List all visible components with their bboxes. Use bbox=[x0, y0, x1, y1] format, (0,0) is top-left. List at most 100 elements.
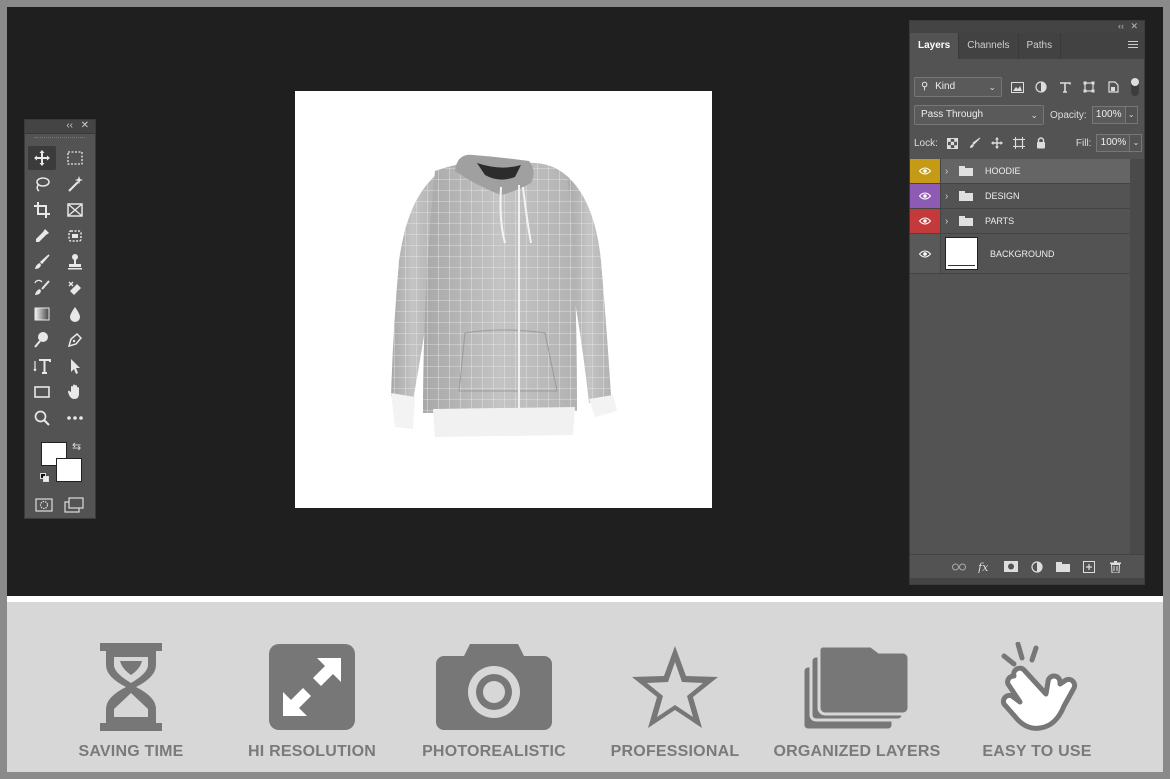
new-group-icon[interactable] bbox=[1056, 560, 1070, 574]
toolbox-header: ‹‹ ✕ bbox=[25, 120, 95, 134]
document-canvas[interactable] bbox=[295, 91, 712, 508]
visibility-toggle[interactable] bbox=[910, 209, 941, 233]
type-tool-icon[interactable] bbox=[28, 354, 56, 378]
lock-all-icon[interactable] bbox=[1034, 136, 1048, 150]
hand-tool-icon[interactable] bbox=[61, 380, 89, 404]
fill-label: Fill: bbox=[1075, 137, 1092, 149]
pixel-filter-icon[interactable] bbox=[1008, 78, 1026, 96]
filter-toggle-icon[interactable] bbox=[1126, 78, 1144, 96]
move-tool-icon[interactable] bbox=[28, 146, 56, 170]
trash-icon[interactable] bbox=[1108, 560, 1122, 574]
adjustment-layer-icon[interactable] bbox=[1030, 560, 1044, 574]
expand-arrow-icon[interactable]: › bbox=[945, 216, 955, 227]
layer-name: HOODIE bbox=[985, 166, 1021, 176]
tab-channels[interactable]: Channels bbox=[959, 33, 1019, 59]
close-icon[interactable]: ✕ bbox=[1130, 21, 1138, 32]
feature-label: SAVING TIME bbox=[78, 743, 184, 760]
opacity-chevron-icon[interactable]: ⌄ bbox=[1125, 106, 1138, 124]
close-icon[interactable]: ✕ bbox=[81, 120, 89, 131]
layer-row-design[interactable]: › DESIGN bbox=[910, 184, 1130, 209]
layers-list: › HOODIE › DESIGN › PARTS BACKGROUND bbox=[910, 159, 1130, 274]
default-colors-icon[interactable] bbox=[40, 473, 50, 483]
tab-layers[interactable]: Layers bbox=[910, 33, 960, 59]
fill-input[interactable]: 100% bbox=[1096, 134, 1131, 152]
photoshop-workspace: ‹‹ ✕ ⇆ ‹‹ ✕ Layers Channels Paths ⚲ Kind… bbox=[7, 7, 1163, 596]
eye-icon bbox=[919, 217, 931, 225]
history-brush-icon[interactable] bbox=[28, 276, 56, 300]
new-layer-icon[interactable] bbox=[1082, 560, 1096, 574]
blend-mode-dropdown[interactable]: Pass Through ⌄ bbox=[914, 105, 1044, 125]
eraser-tool-icon[interactable] bbox=[61, 276, 89, 300]
feature-label: PROFESSIONAL bbox=[610, 743, 740, 760]
frame-tool-icon[interactable] bbox=[61, 198, 89, 222]
quick-mask-icon[interactable] bbox=[33, 496, 55, 514]
type-filter-icon[interactable] bbox=[1056, 78, 1074, 96]
blur-tool-icon[interactable] bbox=[61, 302, 89, 326]
lock-artboard-icon[interactable] bbox=[1012, 136, 1026, 150]
more-tools-icon[interactable] bbox=[61, 406, 89, 430]
opacity-input[interactable]: 100% bbox=[1091, 106, 1126, 124]
layer-row-hoodie[interactable]: › HOODIE bbox=[910, 159, 1130, 184]
tab-paths[interactable]: Paths bbox=[1019, 33, 1062, 59]
feature-professional: PROFESSIONAL bbox=[585, 602, 765, 772]
layer-row-parts[interactable]: › PARTS bbox=[910, 209, 1130, 234]
filter-kind-value: Kind bbox=[935, 81, 956, 92]
collapse-icon[interactable]: ‹‹ bbox=[1118, 21, 1124, 31]
panel-menu-icon[interactable] bbox=[1128, 41, 1138, 50]
search-icon: ⚲ bbox=[921, 81, 929, 92]
features-strip: SAVING TIME HI RESOLUTION PHOTOREALISTIC… bbox=[7, 602, 1163, 772]
eyedropper-tool-icon[interactable] bbox=[28, 224, 56, 248]
fx-icon[interactable]: fx bbox=[978, 560, 992, 574]
chevron-down-icon: ⌄ bbox=[988, 82, 996, 92]
pen-tool-icon[interactable] bbox=[61, 328, 89, 352]
crop-tool-icon[interactable] bbox=[28, 198, 56, 222]
marquee-tool-icon[interactable] bbox=[61, 146, 89, 170]
visibility-toggle[interactable] bbox=[910, 234, 941, 273]
adjustment-filter-icon[interactable] bbox=[1032, 78, 1050, 96]
collapse-icon[interactable]: ‹‹ bbox=[66, 120, 73, 131]
lock-pixels-icon[interactable] bbox=[968, 136, 982, 150]
rectangle-tool-icon[interactable] bbox=[28, 380, 56, 404]
hoodie-mockup-image bbox=[391, 154, 617, 437]
lock-transparent-icon[interactable] bbox=[946, 136, 960, 150]
feature-saving-time: SAVING TIME bbox=[41, 602, 221, 772]
layers-panel-resize-grip[interactable] bbox=[910, 578, 1144, 584]
dodge-tool-icon[interactable] bbox=[28, 328, 56, 352]
screen-mode-icon[interactable] bbox=[63, 496, 85, 514]
swap-colors-icon[interactable]: ⇆ bbox=[72, 440, 81, 453]
eye-icon bbox=[919, 192, 931, 200]
magic-wand-tool-icon[interactable] bbox=[61, 172, 89, 196]
opacity-label: Opacity: bbox=[1050, 109, 1087, 121]
chevron-down-icon: ⌄ bbox=[1030, 110, 1038, 120]
filter-kind-dropdown[interactable]: ⚲ Kind ⌄ bbox=[914, 77, 1002, 97]
layer-name: BACKGROUND bbox=[990, 248, 1055, 259]
link-layers-icon[interactable] bbox=[952, 560, 966, 574]
expand-arrow-icon[interactable]: › bbox=[945, 166, 955, 177]
visibility-toggle[interactable] bbox=[910, 184, 941, 208]
blend-mode-value: Pass Through bbox=[921, 109, 984, 120]
folder-icon bbox=[959, 191, 973, 201]
gradient-tool-icon[interactable] bbox=[28, 302, 56, 326]
patch-tool-icon[interactable] bbox=[61, 224, 89, 248]
blend-row: Pass Through ⌄ Opacity: 100% ⌄ bbox=[914, 105, 1138, 125]
lock-position-icon[interactable] bbox=[990, 136, 1004, 150]
brush-tool-icon[interactable] bbox=[28, 250, 56, 274]
layer-row-background[interactable]: BACKGROUND bbox=[910, 234, 1130, 274]
lasso-tool-icon[interactable] bbox=[28, 172, 56, 196]
feature-label: ORGANIZED LAYERS bbox=[773, 743, 941, 760]
visibility-toggle[interactable] bbox=[910, 159, 941, 183]
shape-filter-icon[interactable] bbox=[1080, 78, 1098, 96]
add-mask-icon[interactable] bbox=[1004, 560, 1018, 574]
layers-panel-header: ‹‹ ✕ bbox=[910, 21, 1144, 33]
fill-chevron-icon[interactable]: ⌄ bbox=[1130, 134, 1143, 152]
smart-object-filter-icon[interactable] bbox=[1104, 78, 1122, 96]
layers-panel-footer: fx bbox=[910, 554, 1144, 578]
zoom-tool-icon[interactable] bbox=[28, 406, 56, 430]
toolbox-grip[interactable] bbox=[35, 137, 85, 145]
background-color-swatch[interactable] bbox=[56, 458, 82, 482]
layers-scrollbar[interactable] bbox=[1130, 159, 1144, 559]
stamp-tool-icon[interactable] bbox=[61, 250, 89, 274]
expand-arrow-icon[interactable]: › bbox=[945, 191, 955, 202]
feature-label: EASY TO USE bbox=[982, 743, 1092, 760]
path-selection-icon[interactable] bbox=[61, 354, 89, 378]
